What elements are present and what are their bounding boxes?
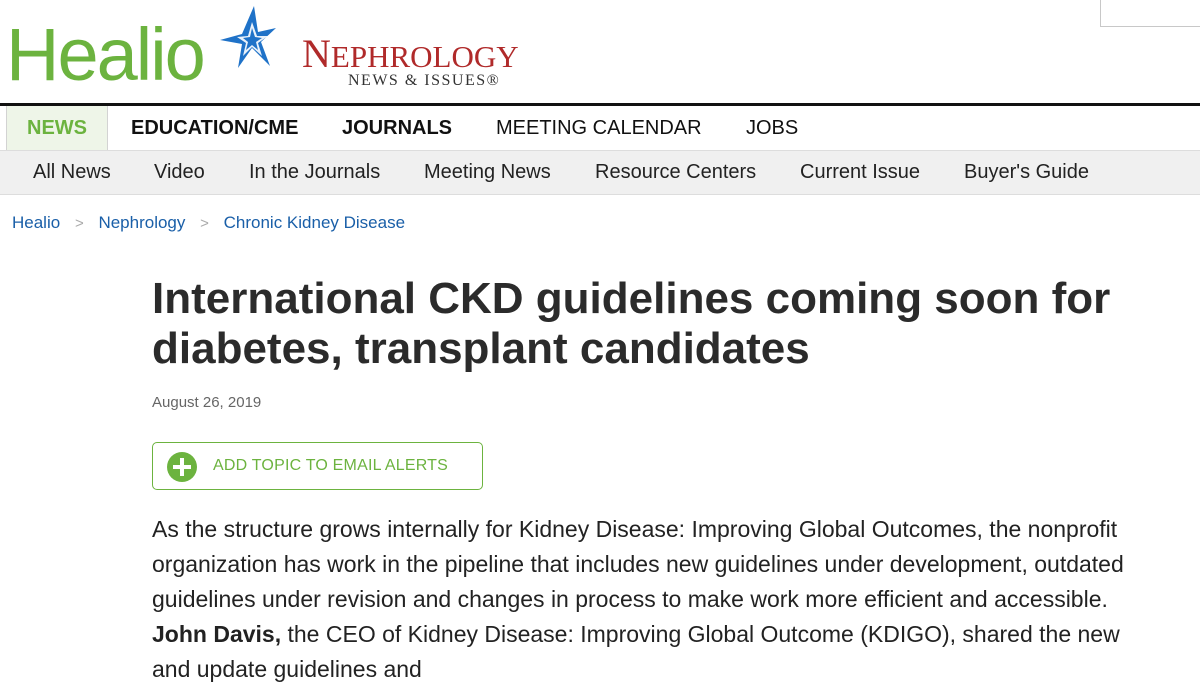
nav-tab-jobs[interactable]: JOBS [746, 106, 798, 150]
subnav-resource-centers[interactable]: Resource Centers [595, 151, 756, 194]
nav-tab-news[interactable]: NEWS [6, 106, 108, 150]
nav-tab-news-label: NEWS [27, 117, 87, 139]
star-icon [220, 6, 276, 68]
nephrology-logo[interactable]: NEPHROLOGY [302, 34, 519, 77]
breadcrumb-chronic-kidney-disease[interactable]: Chronic Kidney Disease [224, 213, 405, 232]
nephrology-rest: EPHROLOGY [330, 39, 519, 74]
primary-nav: NEWS EDUCATION/CME JOURNALS MEETING CALE… [0, 106, 1200, 150]
nephrology-subtitle: NEWS & ISSUES® [348, 72, 501, 89]
breadcrumb: Healio > Nephrology > Chronic Kidney Dis… [12, 210, 405, 236]
subnav-current-issue[interactable]: Current Issue [800, 151, 920, 194]
nephrology-initial: N [302, 31, 331, 76]
subnav-all-news[interactable]: All News [33, 151, 111, 194]
article-body-text-continued: the CEO of Kidney Disease: Improving Glo… [152, 621, 1120, 682]
article-body-text: As the structure grows internally for Ki… [152, 516, 1124, 612]
subnav-in-the-journals[interactable]: In the Journals [249, 151, 380, 194]
subnav-video[interactable]: Video [154, 151, 205, 194]
breadcrumb-nephrology[interactable]: Nephrology [98, 213, 185, 232]
nav-tab-meeting-calendar[interactable]: MEETING CALENDAR [496, 106, 702, 150]
healio-logo[interactable]: Healio [6, 18, 206, 92]
add-topic-email-alert-button[interactable]: ADD TOPIC TO EMAIL ALERTS [152, 442, 483, 490]
plus-circle-icon [167, 452, 197, 482]
article-date: August 26, 2019 [152, 394, 262, 411]
add-topic-email-alert-label: ADD TOPIC TO EMAIL ALERTS [213, 457, 449, 474]
author-name[interactable]: John Davis, [152, 621, 281, 647]
article-title: International CKD guidelines coming soon… [152, 274, 1111, 373]
breadcrumb-separator: > [74, 215, 84, 232]
subnav-buyers-guide[interactable]: Buyer's Guide [964, 151, 1089, 194]
nav-tab-journals[interactable]: JOURNALS [342, 106, 452, 150]
header-utility-box[interactable] [1100, 0, 1200, 27]
secondary-nav: All News Video In the Journals Meeting N… [0, 150, 1200, 195]
breadcrumb-healio[interactable]: Healio [12, 213, 60, 232]
site-header: Healio NEPHROLOGY NEWS & ISSUES® [0, 0, 1200, 106]
subnav-meeting-news[interactable]: Meeting News [424, 151, 551, 194]
breadcrumb-separator: > [200, 215, 209, 232]
nav-tab-education-cme[interactable]: EDUCATION/CME [131, 106, 298, 150]
article-body: As the structure grows internally for Ki… [152, 512, 1132, 687]
